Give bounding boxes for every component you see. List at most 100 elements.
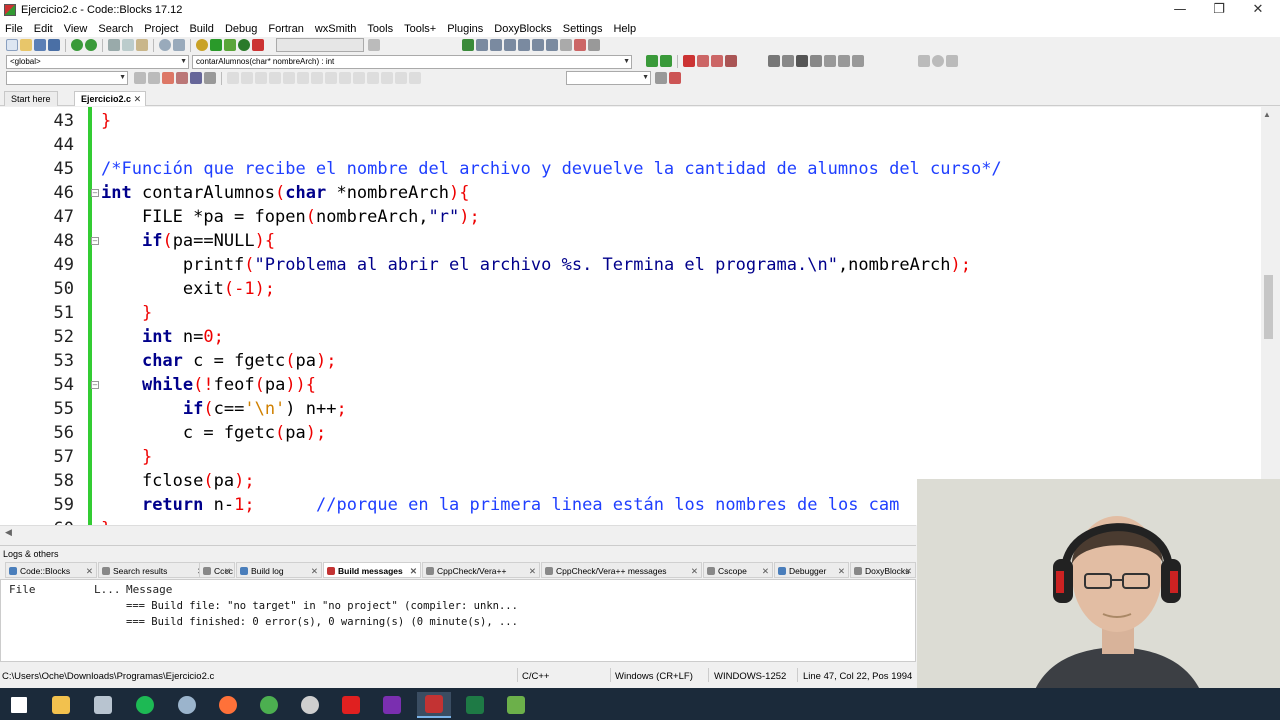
search-prev-icon[interactable]	[134, 72, 146, 84]
format-line-icon[interactable]	[255, 72, 267, 84]
codeblocks-icon[interactable]	[417, 692, 451, 718]
cscope-icon[interactable]	[409, 72, 421, 84]
jump-forward-icon[interactable]	[660, 55, 672, 67]
indent-icon[interactable]	[297, 72, 309, 84]
close-button[interactable]: ✕	[1238, 0, 1278, 20]
unfold-all-icon[interactable]	[353, 72, 365, 84]
build-target-select[interactable]	[276, 38, 364, 52]
menu-edit[interactable]: Edit	[29, 23, 59, 35]
menu-tools-plus[interactable]: Tools+	[399, 23, 442, 35]
code-line[interactable]: 54 − while(!feof(pa)){	[0, 373, 1276, 397]
debug-windows-icon[interactable]	[588, 39, 600, 51]
uncomment-icon[interactable]	[283, 72, 295, 84]
tab-start-here[interactable]: Start here	[4, 91, 58, 106]
close-icon[interactable]: ✕	[838, 563, 845, 577]
scroll-up-icon[interactable]: ▲	[1263, 110, 1271, 119]
notepad-icon[interactable]	[499, 692, 533, 718]
save-all-icon[interactable]	[48, 39, 60, 51]
chrome-icon[interactable]	[252, 692, 286, 718]
step-into-icon[interactable]	[504, 39, 516, 51]
symbol-combo[interactable]: ▼	[566, 71, 651, 85]
log-tab-build-log[interactable]: Build log ✕	[236, 562, 322, 578]
prev-bookmark-icon[interactable]	[697, 55, 709, 67]
close-icon[interactable]: ✕	[410, 563, 417, 577]
new-file-icon[interactable]	[6, 39, 18, 51]
build-and-run-icon[interactable]	[224, 39, 236, 51]
next-instruction-icon[interactable]	[532, 39, 544, 51]
zoom-out-icon[interactable]	[381, 72, 393, 84]
run-to-cursor-icon[interactable]	[476, 39, 488, 51]
redo-icon[interactable]	[85, 39, 97, 51]
pause-icon[interactable]	[560, 39, 572, 51]
select-icon[interactable]	[227, 72, 239, 84]
menu-doxyblocks[interactable]: DoxyBlocks	[489, 23, 557, 35]
code-line[interactable]: 52 int n=0;	[0, 325, 1276, 349]
log-tab-cscope[interactable]: Cscope ✕	[703, 562, 773, 578]
menu-file[interactable]: File	[0, 23, 29, 35]
close-icon[interactable]: ✕	[86, 563, 93, 577]
build-messages-panel[interactable]: File L... Message === Build file: "no ta…	[0, 579, 916, 662]
function-select[interactable]: contarAlumnos(char* nombreArch) : int ▼	[192, 55, 632, 69]
build-icon[interactable]	[196, 39, 208, 51]
log-tab-cccc[interactable]: Cccc ✕	[199, 562, 235, 578]
extract-docs-icon[interactable]	[782, 55, 794, 67]
spotify-icon[interactable]	[128, 692, 162, 718]
open-file-icon[interactable]	[20, 39, 32, 51]
find-icon[interactable]	[159, 39, 171, 51]
vertical-scroll-thumb[interactable]	[1264, 275, 1273, 339]
step-out-icon[interactable]	[518, 39, 530, 51]
firefox-icon[interactable]	[211, 692, 245, 718]
fold-toggle-icon[interactable]: −	[91, 381, 99, 389]
clear-bookmarks-icon[interactable]	[725, 55, 737, 67]
vertical-scrollbar[interactable]: ▲	[1261, 107, 1276, 525]
copy-icon[interactable]	[122, 39, 134, 51]
menu-debug[interactable]: Debug	[220, 23, 263, 35]
rebuild-icon[interactable]	[238, 39, 250, 51]
obs-icon[interactable]	[293, 692, 327, 718]
undo-icon[interactable]	[71, 39, 83, 51]
onenote-icon[interactable]	[375, 692, 409, 718]
log-tab-debugger[interactable]: Debugger ✕	[774, 562, 849, 578]
code-line[interactable]: 44	[0, 133, 1276, 157]
log-tab-code-blocks[interactable]: Code::Blocks ✕	[5, 562, 97, 578]
menu-tools[interactable]: Tools	[362, 23, 399, 35]
block-comment-icon[interactable]	[796, 55, 808, 67]
unindent-icon[interactable]	[311, 72, 323, 84]
paste-icon[interactable]	[136, 39, 148, 51]
menu-settings[interactable]: Settings	[558, 23, 609, 35]
excel-icon[interactable]	[458, 692, 492, 718]
close-icon[interactable]: ✕	[224, 563, 231, 577]
steam-icon[interactable]	[170, 692, 204, 718]
menu-build[interactable]: Build	[184, 23, 219, 35]
zoom-in-icon[interactable]	[367, 72, 379, 84]
horizontal-scrollbar[interactable]: ◀	[0, 525, 916, 541]
column-line[interactable]: L...	[94, 583, 121, 596]
nav-dot-icon[interactable]	[932, 55, 944, 67]
close-icon[interactable]: ✕	[905, 563, 912, 577]
menu-project[interactable]: Project	[139, 23, 184, 35]
save-icon[interactable]	[34, 39, 46, 51]
code-line[interactable]: 51 }	[0, 301, 1276, 325]
menu-view[interactable]: View	[59, 23, 94, 35]
build-message[interactable]: === Build file: "no target" in "no proje…	[126, 600, 518, 612]
format-block-icon[interactable]	[241, 72, 253, 84]
symbol-refresh-icon[interactable]	[669, 72, 681, 84]
nav-next-icon[interactable]	[946, 55, 958, 67]
code-line[interactable]: 47 FILE *pa = fopen(nombreArch,"r");	[0, 205, 1276, 229]
highlight-icon[interactable]	[162, 72, 174, 84]
close-icon[interactable]: ✕	[762, 563, 769, 577]
step-into-instruction-icon[interactable]	[546, 39, 558, 51]
laptop-icon[interactable]	[86, 692, 120, 718]
next-bookmark-icon[interactable]	[711, 55, 723, 67]
menu-wxsmith[interactable]: wxSmith	[310, 23, 363, 35]
nav-prev-icon[interactable]	[918, 55, 930, 67]
regex-wand-icon[interactable]	[204, 72, 216, 84]
column-message[interactable]: Message	[126, 583, 172, 596]
code-line[interactable]: 50 exit(-1);	[0, 277, 1276, 301]
acrobat-icon[interactable]	[334, 692, 368, 718]
code-editor[interactable]: 43} 44 45/*Función que recibe el nombre de…	[0, 107, 1276, 525]
menu-search[interactable]: Search	[93, 23, 139, 35]
code-line[interactable]: 49 printf("Problema al abrir el archivo …	[0, 253, 1276, 277]
run-chm-icon[interactable]	[838, 55, 850, 67]
tab-ejercicio2[interactable]: Ejercicio2.c ✕	[74, 91, 147, 106]
